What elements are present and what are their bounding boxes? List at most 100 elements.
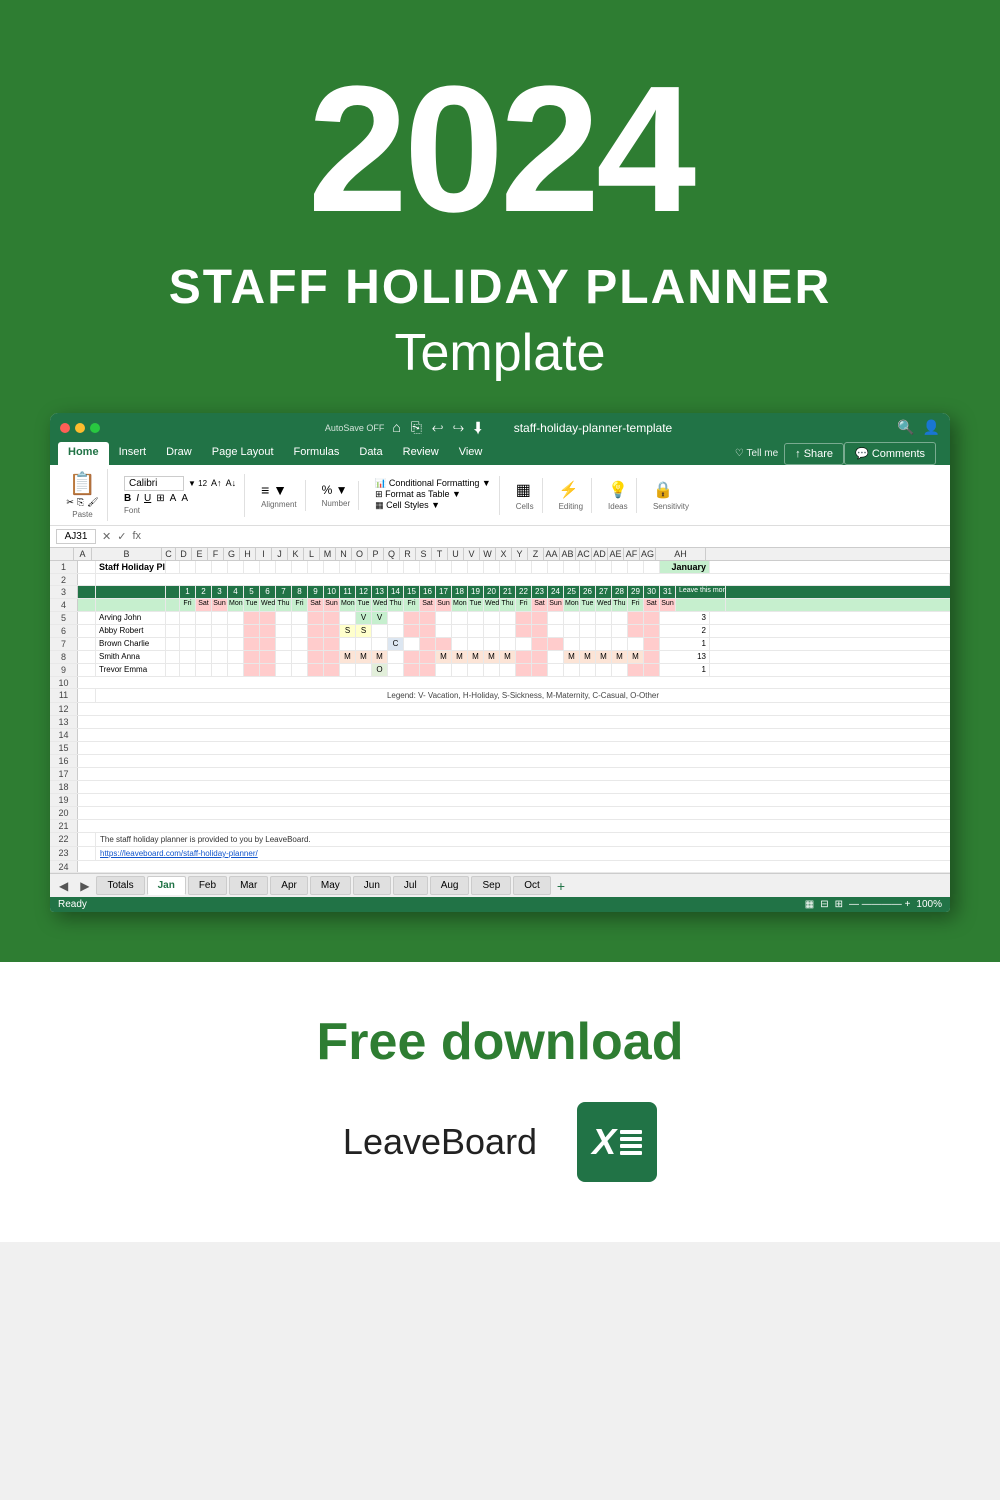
r9-sat[interactable] <box>404 664 420 676</box>
tab-page-layout[interactable]: Page Layout <box>202 442 284 465</box>
i5-sun[interactable] <box>260 612 276 624</box>
ag8-sun[interactable] <box>644 651 660 663</box>
x7[interactable] <box>500 638 516 650</box>
e6[interactable] <box>196 625 212 637</box>
u7[interactable] <box>452 638 468 650</box>
ac6[interactable] <box>580 625 596 637</box>
m6-sun[interactable] <box>324 625 340 637</box>
u9[interactable] <box>452 664 468 676</box>
f5[interactable] <box>212 612 228 624</box>
q5[interactable] <box>388 612 404 624</box>
sheet-tab-jul[interactable]: Jul <box>393 876 428 895</box>
ae8-m[interactable]: M <box>612 651 628 663</box>
x6[interactable] <box>500 625 516 637</box>
view-normal-icon[interactable]: ▦ <box>805 899 814 910</box>
h6-sat[interactable] <box>244 625 260 637</box>
ae9[interactable] <box>612 664 628 676</box>
l9-sat[interactable] <box>308 664 324 676</box>
af9-sat[interactable] <box>628 664 644 676</box>
ag5-sun[interactable] <box>644 612 660 624</box>
e8[interactable] <box>196 651 212 663</box>
m8-sun[interactable] <box>324 651 340 663</box>
q6[interactable] <box>388 625 404 637</box>
h8-sat[interactable] <box>244 651 260 663</box>
ab7[interactable] <box>564 638 580 650</box>
m5-sun[interactable] <box>324 612 340 624</box>
r7[interactable] <box>404 638 420 650</box>
ag7-sat[interactable] <box>644 638 660 650</box>
e5[interactable] <box>196 612 212 624</box>
aa8[interactable] <box>548 651 564 663</box>
sheet-tab-aug[interactable]: Aug <box>430 876 470 895</box>
m9-sun[interactable] <box>324 664 340 676</box>
ad9[interactable] <box>596 664 612 676</box>
k7[interactable] <box>292 638 308 650</box>
tab-review[interactable]: Review <box>393 442 449 465</box>
y5-sat[interactable] <box>516 612 532 624</box>
f6[interactable] <box>212 625 228 637</box>
t9[interactable] <box>436 664 452 676</box>
v7[interactable] <box>468 638 484 650</box>
n9[interactable] <box>340 664 356 676</box>
x8-m[interactable]: M <box>500 651 516 663</box>
o9[interactable] <box>356 664 372 676</box>
af6-sat[interactable] <box>628 625 644 637</box>
tab-home[interactable]: Home <box>58 442 109 465</box>
l7-sat[interactable] <box>308 638 324 650</box>
n6-s[interactable]: S <box>340 625 356 637</box>
z6-sun[interactable] <box>532 625 548 637</box>
o5-v[interactable]: V <box>356 612 372 624</box>
j9[interactable] <box>276 664 292 676</box>
share-button[interactable]: ↑ Share <box>784 443 844 465</box>
t7-sun[interactable] <box>436 638 452 650</box>
tab-insert[interactable]: Insert <box>109 442 157 465</box>
s8-sun[interactable] <box>420 651 436 663</box>
q8[interactable] <box>388 651 404 663</box>
k6[interactable] <box>292 625 308 637</box>
d9[interactable] <box>180 664 196 676</box>
x9[interactable] <box>500 664 516 676</box>
s7-sat[interactable] <box>420 638 436 650</box>
k8[interactable] <box>292 651 308 663</box>
formula-input[interactable] <box>147 531 944 542</box>
g9[interactable] <box>228 664 244 676</box>
ad5[interactable] <box>596 612 612 624</box>
z9-sun[interactable] <box>532 664 548 676</box>
u8-m[interactable]: M <box>452 651 468 663</box>
profile-icon[interactable]: 👤 <box>923 419 940 436</box>
fx-icon[interactable]: fx <box>132 530 141 543</box>
w7[interactable] <box>484 638 500 650</box>
w5[interactable] <box>484 612 500 624</box>
i8-sun[interactable] <box>260 651 276 663</box>
sheet-tab-totals[interactable]: Totals <box>96 876 144 895</box>
view-page-icon[interactable]: ⊟ <box>820 899 828 910</box>
sheet-tab-may[interactable]: May <box>310 876 351 895</box>
d8[interactable] <box>180 651 196 663</box>
ab9[interactable] <box>564 664 580 676</box>
l8-sat[interactable] <box>308 651 324 663</box>
v6[interactable] <box>468 625 484 637</box>
e7[interactable] <box>196 638 212 650</box>
ac8-m[interactable]: M <box>580 651 596 663</box>
ag9-sun[interactable] <box>644 664 660 676</box>
h5-sat[interactable] <box>244 612 260 624</box>
ab8-m[interactable]: M <box>564 651 580 663</box>
s9-sun[interactable] <box>420 664 436 676</box>
tab-formulas[interactable]: Formulas <box>284 442 350 465</box>
d7[interactable] <box>180 638 196 650</box>
v8-m[interactable]: M <box>468 651 484 663</box>
i7-sun[interactable] <box>260 638 276 650</box>
z5-sun[interactable] <box>532 612 548 624</box>
aa9[interactable] <box>548 664 564 676</box>
g7[interactable] <box>228 638 244 650</box>
ac7[interactable] <box>580 638 596 650</box>
d6[interactable] <box>180 625 196 637</box>
m7-sun[interactable] <box>324 638 340 650</box>
s5-sun[interactable] <box>420 612 436 624</box>
u5[interactable] <box>452 612 468 624</box>
g6[interactable] <box>228 625 244 637</box>
decrease-font-icon[interactable]: A↓ <box>226 478 237 488</box>
minimize-dot[interactable] <box>75 423 85 433</box>
bold-button[interactable]: B <box>124 493 131 504</box>
s6-sun[interactable] <box>420 625 436 637</box>
